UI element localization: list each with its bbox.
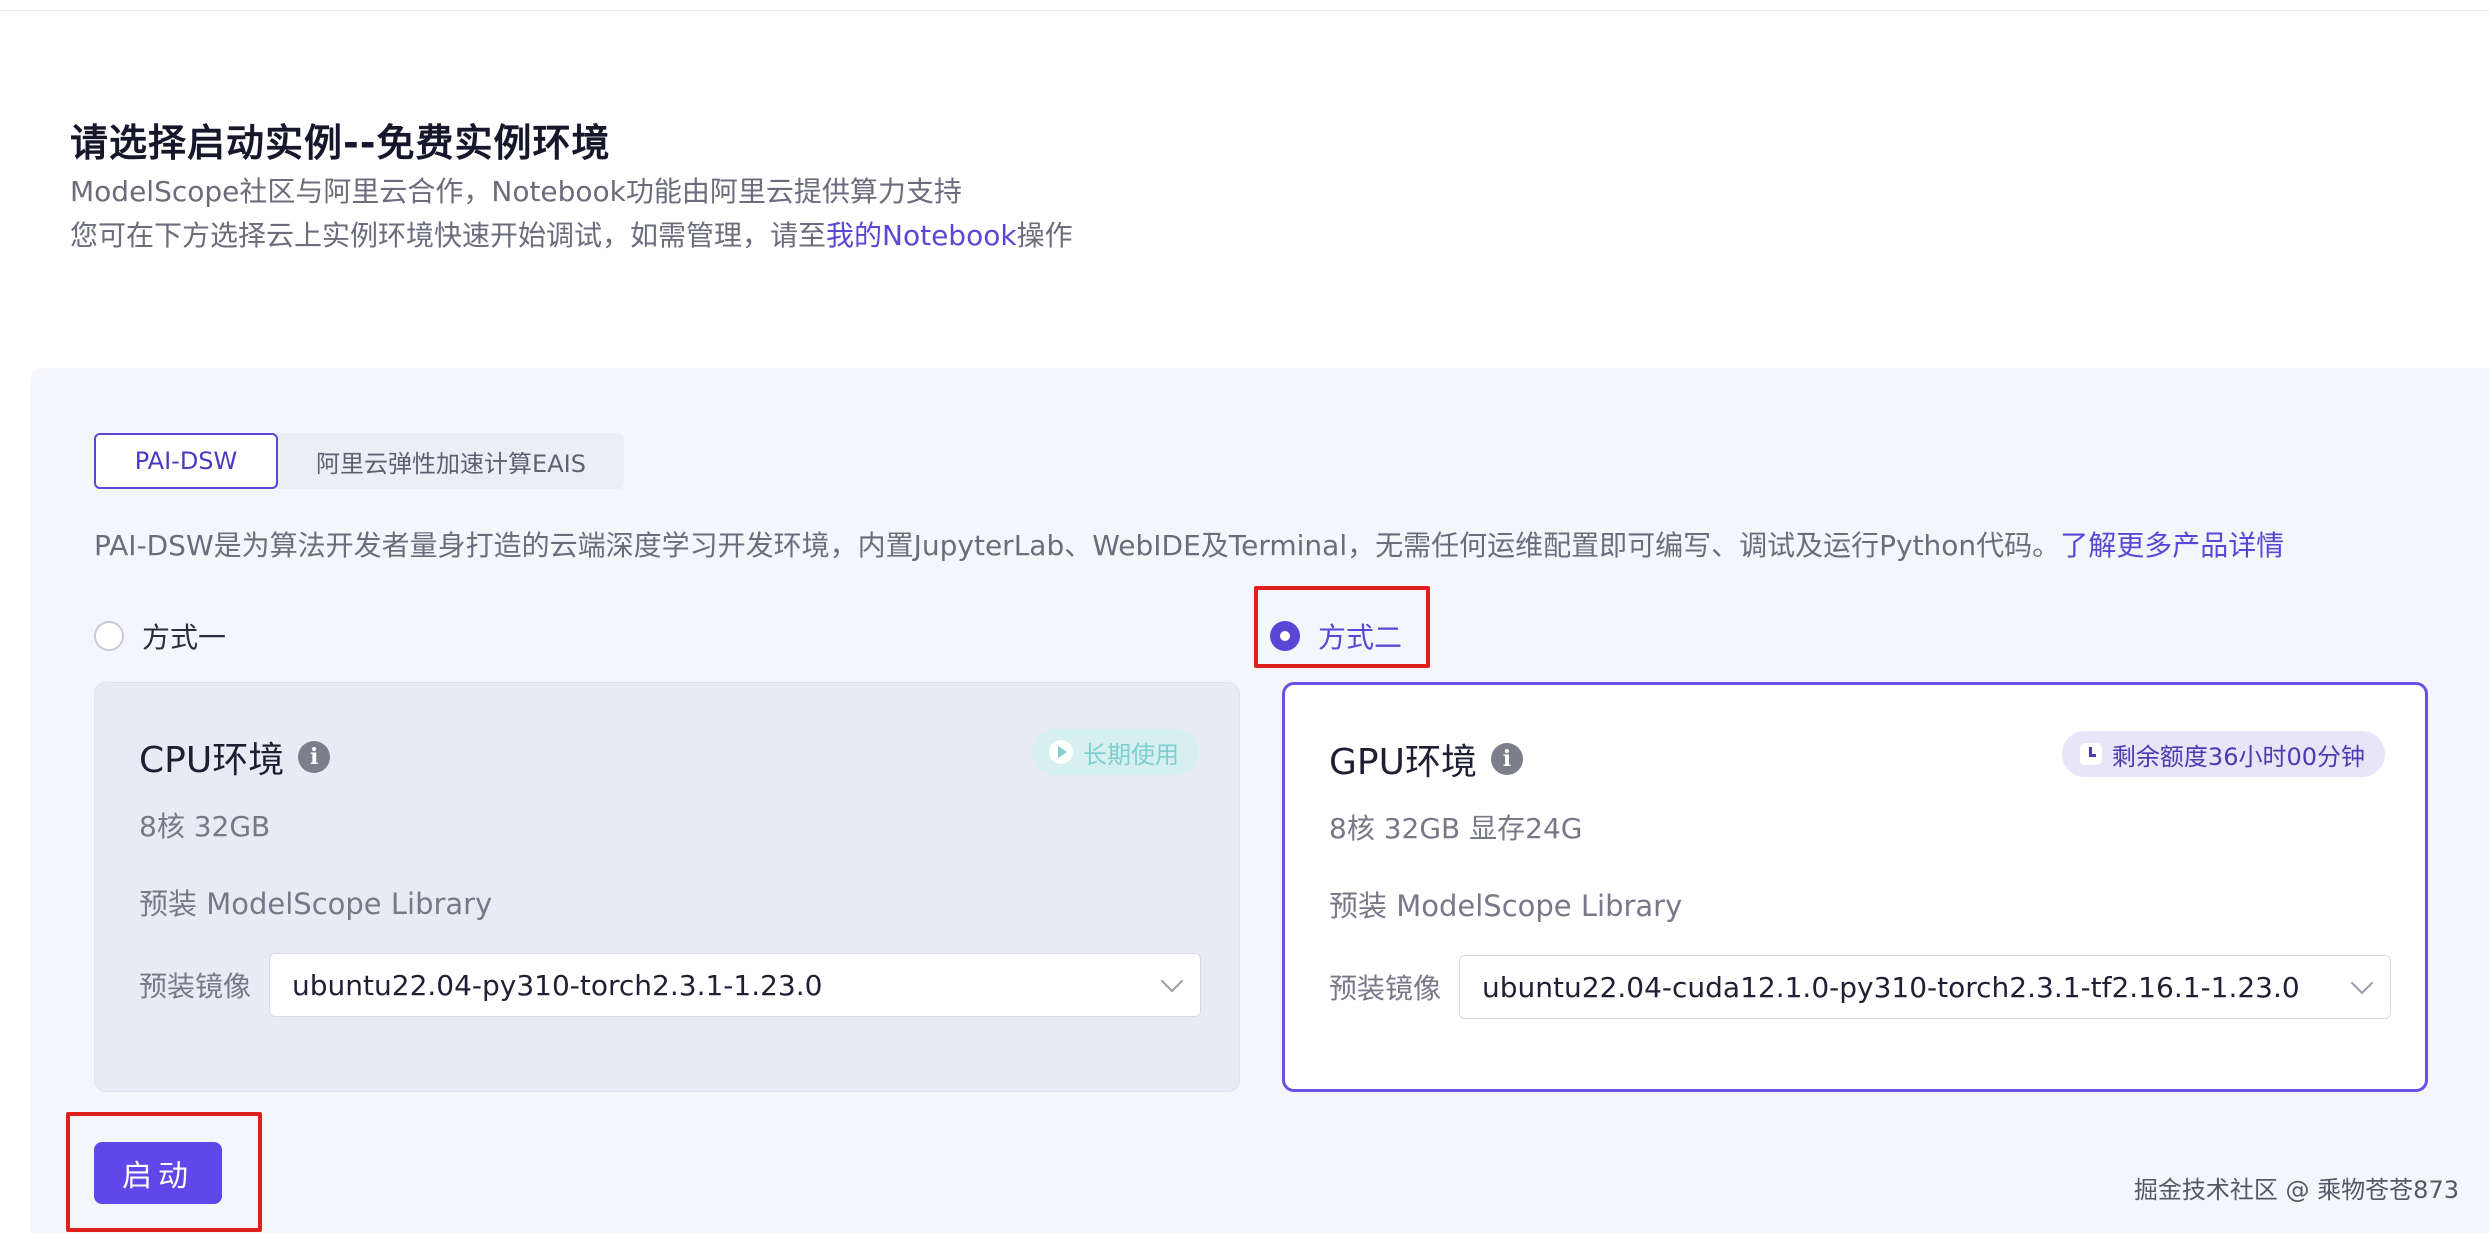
- gpu-spec: 8核 32GB 显存24G: [1329, 812, 1583, 845]
- cpu-library: 预装 ModelScope Library: [139, 887, 493, 921]
- watermark: 掘金技术社区 @ 乘物苍苍873: [2133, 1176, 2459, 1204]
- highlight-box-start: [66, 1112, 262, 1232]
- gpu-image-select[interactable]: ubuntu22.04-cuda12.1.0-py310-torch2.3.1-…: [1459, 955, 2392, 1019]
- chevron-down-icon: [1160, 969, 1184, 993]
- cpu-image-value: ubuntu22.04-py310-torch2.3.1-1.23.0: [292, 968, 823, 1002]
- gpu-library: 预装 ModelScope Library: [1329, 889, 1683, 923]
- cpu-title-text: CPU环境: [139, 740, 285, 781]
- remaining-quota-badge: 剩余额度36小时00分钟: [2061, 731, 2385, 777]
- radio-unchecked-icon[interactable]: [94, 621, 124, 651]
- instance-type-tabs: PAI-DSW 阿里云弹性加速计算EAIS: [94, 433, 624, 489]
- gpu-title-text: GPU环境: [1329, 742, 1477, 783]
- intro-line-2-suffix: 操作: [1016, 219, 1073, 252]
- my-notebook-link[interactable]: 我的Notebook: [826, 219, 1017, 252]
- intro-line-1: ModelScope社区与阿里云合作，Notebook功能由阿里云提供算力支持: [70, 175, 962, 208]
- gpu-image-value: ubuntu22.04-cuda12.1.0-py310-torch2.3.1-…: [1482, 970, 2300, 1004]
- long-term-badge-text: 长期使用: [1083, 740, 1179, 769]
- remaining-quota-text: 剩余额度36小时00分钟: [2111, 742, 2365, 771]
- intro-line-2-prefix: 您可在下方选择云上实例环境快速开始调试，如需管理，请至: [70, 219, 827, 252]
- cpu-spec: 8核 32GB: [139, 810, 271, 843]
- intro-text: ModelScope社区与阿里云合作，Notebook功能由阿里云提供算力支持 …: [70, 170, 1073, 258]
- info-icon[interactable]: i: [1490, 743, 1523, 775]
- cpu-image-label: 预装镜像: [139, 970, 252, 1003]
- cpu-environment-card[interactable]: CPU环境 i 长期使用 8核 32GB 预装 ModelScope Libra…: [94, 682, 1240, 1092]
- gpu-image-row: 预装镜像 ubuntu22.04-cuda12.1.0-py310-torch2…: [1329, 955, 2392, 1019]
- top-divider: [0, 10, 2489, 11]
- page-title: 请选择启动实例--免费实例环境: [70, 121, 611, 165]
- learn-more-link[interactable]: 了解更多产品详情: [2060, 529, 2284, 562]
- tab-eais[interactable]: 阿里云弹性加速计算EAIS: [278, 433, 624, 489]
- option-one-label: 方式一: [142, 621, 227, 654]
- gpu-environment-card[interactable]: GPU环境 i 剩余额度36小时00分钟 8核 32GB 显存24G 预装 Mo…: [1282, 682, 2428, 1092]
- cpu-card-title: CPU环境 i: [139, 731, 331, 783]
- play-icon: [1049, 740, 1073, 764]
- long-term-badge: 长期使用: [1031, 729, 1199, 775]
- intro-line-2: 您可在下方选择云上实例环境快速开始调试，如需管理，请至我的Notebook操作: [70, 214, 1073, 258]
- clock-icon: [2079, 743, 2102, 765]
- cpu-image-select[interactable]: ubuntu22.04-py310-torch2.3.1-1.23.0: [269, 953, 1202, 1017]
- option-one-radio[interactable]: 方式一: [94, 616, 226, 656]
- tab-pai-dsw[interactable]: PAI-DSW: [94, 433, 278, 489]
- gpu-image-label: 预装镜像: [1329, 972, 1442, 1005]
- info-icon[interactable]: i: [298, 741, 331, 773]
- highlight-box-option-two: [1254, 586, 1430, 668]
- product-description: PAI-DSW是为算法开发者量身打造的云端深度学习开发环境，内置JupyterL…: [94, 524, 2284, 564]
- description-text: PAI-DSW是为算法开发者量身打造的云端深度学习开发环境，内置JupyterL…: [94, 529, 2061, 562]
- cpu-image-row: 预装镜像 ubuntu22.04-py310-torch2.3.1-1.23.0: [139, 953, 1202, 1017]
- gpu-card-title: GPU环境 i: [1329, 733, 1523, 785]
- chevron-down-icon: [2350, 971, 2374, 995]
